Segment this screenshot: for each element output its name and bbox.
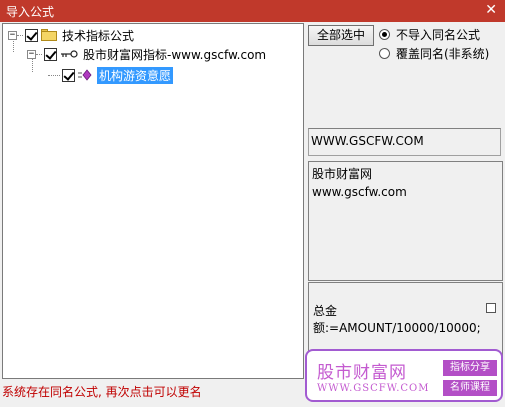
- radio-overwrite-circle[interactable]: [379, 48, 390, 59]
- radio-skip-label: 不导入同名公式: [396, 28, 481, 42]
- description-line-2: www.gscfw.com: [312, 185, 407, 199]
- title-bar: 导入公式 ✕: [0, 0, 505, 22]
- close-icon[interactable]: ✕: [485, 2, 497, 18]
- tree-node-group[interactable]: − 股市财富网指标-www.gscfw.com: [27, 46, 266, 62]
- watermark-tag-course: 名师课程: [443, 380, 497, 396]
- item-checkbox[interactable]: [62, 68, 75, 82]
- watermark-url: WWW.GSCFW.COM: [317, 383, 430, 394]
- radio-skip-duplicates[interactable]: 不导入同名公式: [379, 26, 480, 43]
- root-checkbox[interactable]: [25, 28, 38, 42]
- watermark-tag-share: 指标分享: [443, 360, 497, 376]
- key-icon: [61, 50, 78, 58]
- root-label: 技术指标公式: [62, 28, 135, 43]
- url-text: WWW.GSCFW.COM: [311, 134, 424, 148]
- description-line-1: 股市财富网: [312, 167, 373, 181]
- window-title: 导入公式: [6, 5, 55, 19]
- collapse-icon[interactable]: −: [8, 30, 17, 40]
- formula-tree[interactable]: − 技术指标公式 − 股市财富网指标-www.gscfw.com 机构游资意愿: [2, 23, 304, 379]
- item-label: 机构游资意愿: [97, 66, 174, 84]
- formula-line-2: 额:=AMOUNT/10000/10000;: [313, 321, 481, 335]
- select-all-button[interactable]: 全部选中: [308, 25, 374, 46]
- tree-node-item[interactable]: 机构游资意愿: [48, 66, 174, 84]
- formula-icon: [78, 69, 92, 81]
- group-checkbox[interactable]: [44, 47, 57, 61]
- radio-overwrite[interactable]: 覆盖同名(非系统): [379, 45, 489, 62]
- status-message: 系统存在同名公式, 再次点击可以更名: [2, 385, 202, 399]
- watermark-brand: 股市财富网: [317, 363, 407, 383]
- options-panel: 全部选中 不导入同名公式 覆盖同名(非系统) WWW.GSCFW.COM 股市财…: [308, 23, 505, 379]
- collapse-icon[interactable]: −: [27, 49, 36, 59]
- radio-skip-circle[interactable]: [379, 29, 390, 40]
- formula-line-1: 总金: [313, 304, 338, 318]
- radio-overwrite-label: 覆盖同名(非系统): [396, 47, 490, 61]
- watermark-logo: 股市财富网 WWW.GSCFW.COM 指标分享 名师课程: [305, 349, 503, 402]
- tree-node-root[interactable]: − 技术指标公式: [8, 27, 134, 43]
- group-label: 股市财富网指标-www.gscfw.com: [83, 47, 267, 62]
- folder-icon: [41, 29, 57, 41]
- description-box[interactable]: 股市财富网 www.gscfw.com: [308, 161, 503, 281]
- url-field: WWW.GSCFW.COM: [308, 128, 501, 156]
- formula-checkbox[interactable]: [486, 303, 496, 313]
